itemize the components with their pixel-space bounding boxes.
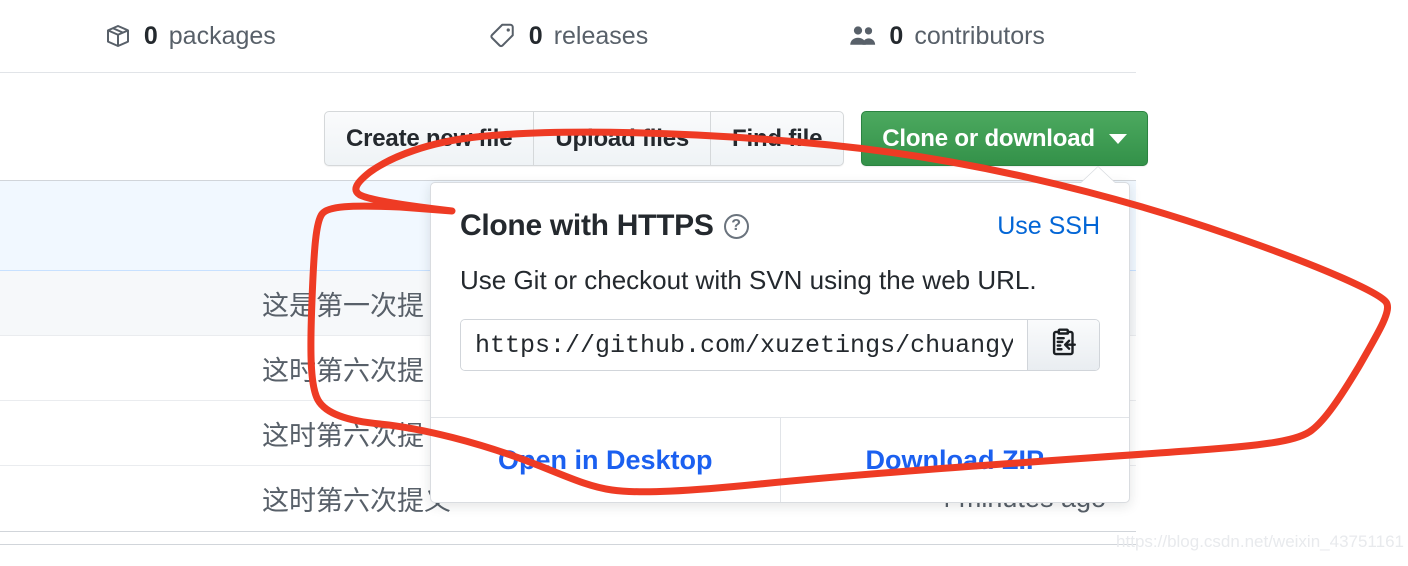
help-icon[interactable]: ?	[723, 213, 749, 239]
chevron-down-icon	[1108, 133, 1127, 144]
stat-contributors-label: contributors	[914, 21, 1045, 50]
download-zip-button[interactable]: Download ZIP	[781, 418, 1130, 502]
csdn-watermark: https://blog.csdn.net/weixin_43751161	[1116, 532, 1404, 551]
people-icon	[848, 21, 878, 51]
panel-caret-icon	[1081, 167, 1115, 183]
commit-message: 这是第一次提	[262, 290, 424, 321]
find-file-button[interactable]: Find file	[711, 112, 843, 165]
clone-panel-header: Clone with HTTPS ? Use SSH	[460, 209, 1100, 243]
stat-releases[interactable]: 0 releases	[379, 21, 758, 51]
clipboard-copy-icon	[1047, 326, 1081, 365]
open-in-desktop-button[interactable]: Open in Desktop	[431, 418, 781, 502]
package-icon	[103, 21, 133, 51]
create-new-file-button[interactable]: Create new file	[325, 112, 535, 165]
commit-message: 这时第六次提义	[262, 486, 451, 516]
clone-panel-footer: Open in Desktop Download ZIP	[431, 417, 1129, 502]
stat-packages-label: packages	[168, 21, 276, 50]
clone-or-download-label: Clone or download	[882, 124, 1095, 152]
stat-packages[interactable]: 0 packages	[0, 21, 379, 51]
clone-panel-title: Clone with HTTPS ?	[460, 209, 749, 243]
use-ssh-link[interactable]: Use SSH	[997, 212, 1100, 241]
table-bottom-strip	[0, 544, 1136, 566]
stat-contributors[interactable]: 0 contributors	[757, 21, 1136, 51]
clone-panel-description: Use Git or checkout with SVN using the w…	[460, 265, 1037, 295]
clone-url-row	[460, 319, 1100, 371]
clone-panel-title-text: Clone with HTTPS	[460, 209, 714, 242]
copy-url-button[interactable]	[1027, 320, 1099, 370]
commit-message: 这时第六次提	[262, 355, 424, 386]
clone-panel-body: Clone with HTTPS ? Use SSH Use Git or ch…	[431, 183, 1129, 371]
clone-url-input[interactable]	[461, 320, 1027, 370]
commit-message: 这时第六次提	[262, 420, 424, 451]
repo-stats-bar: 0 packages 0 releases 0 contributors	[0, 0, 1136, 73]
clone-or-download-button[interactable]: Clone or download	[861, 111, 1148, 166]
file-actions-toolbar: Create new file Upload files Find file C…	[324, 111, 1148, 166]
github-repo-page: 0 packages 0 releases 0 contributors Cre…	[0, 0, 1408, 566]
stat-releases-label: releases	[553, 21, 649, 50]
tag-icon	[488, 21, 518, 51]
stat-releases-count: 0	[528, 21, 543, 50]
stat-contributors-count: 0	[889, 21, 904, 50]
stat-packages-count: 0	[143, 21, 158, 50]
upload-files-button[interactable]: Upload files	[534, 112, 712, 165]
file-action-button-group: Create new file Upload files Find file	[324, 111, 845, 166]
clone-dropdown-panel: Clone with HTTPS ? Use SSH Use Git or ch…	[430, 167, 1130, 503]
